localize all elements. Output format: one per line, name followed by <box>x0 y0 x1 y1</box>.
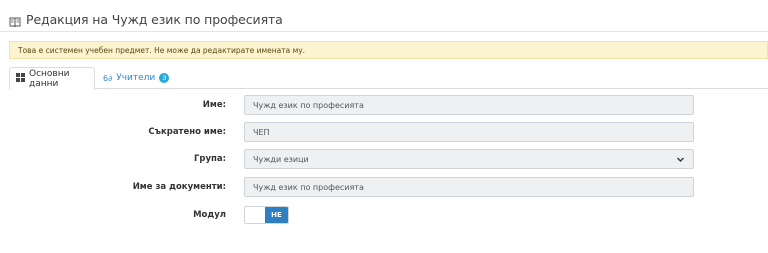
name-value: Чужд език по професията <box>253 100 364 110</box>
toggle-state-label: НЕ <box>265 207 288 223</box>
doc-name-field[interactable]: Чужд език по професията <box>244 177 694 197</box>
tab-teachers-label: Учители <box>116 73 156 83</box>
teachers-icon: 6∂ <box>103 73 113 83</box>
teachers-count-badge: 3 <box>159 73 170 83</box>
group-label: Група: <box>193 154 226 164</box>
toggle-knob <box>245 207 265 223</box>
form-row-doc-name: Име за документи: Чужд език по професият… <box>0 177 768 197</box>
chevron-down-icon <box>676 155 685 164</box>
grid-icon <box>16 72 25 85</box>
short-name-field[interactable]: ЧЕП <box>244 122 694 142</box>
page-header: Редакция на Чужд език по професията <box>9 8 283 30</box>
tab-teachers[interactable]: 6∂ Учители 3 <box>97 67 175 89</box>
system-subject-alert: Това е системен учебен предмет. Не може … <box>9 41 768 59</box>
module-label: Модул <box>193 210 226 220</box>
header-divider <box>0 31 768 32</box>
name-label: Име: <box>202 100 226 110</box>
form-row-short-name: Съкратено име: ЧЕП <box>0 122 768 142</box>
form-row-name: Име: Чужд език по професията <box>0 95 768 115</box>
form-row-module: Модул НЕ <box>0 206 768 226</box>
doc-name-label: Име за документи: <box>132 182 226 192</box>
short-name-value: ЧЕП <box>253 127 270 137</box>
group-value: Чужди езици <box>253 154 309 164</box>
name-field[interactable]: Чужд език по професията <box>244 95 694 115</box>
alert-text: Това е системен учебен предмет. Не може … <box>18 45 306 55</box>
short-name-label: Съкратено име: <box>148 127 226 137</box>
tab-basic-data[interactable]: Основни данни <box>9 67 95 90</box>
group-select[interactable]: Чужди езици <box>244 149 694 169</box>
form-row-group: Група: Чужди езици <box>0 149 768 169</box>
book-icon <box>9 13 21 28</box>
tab-bar: Основни данни 6∂ Учители 3 <box>9 67 768 90</box>
module-toggle[interactable]: НЕ <box>244 206 289 224</box>
tab-basic-data-label: Основни данни <box>29 68 70 89</box>
doc-name-value: Чужд език по професията <box>253 182 364 192</box>
page-title: Редакция на Чужд език по професията <box>26 11 283 27</box>
